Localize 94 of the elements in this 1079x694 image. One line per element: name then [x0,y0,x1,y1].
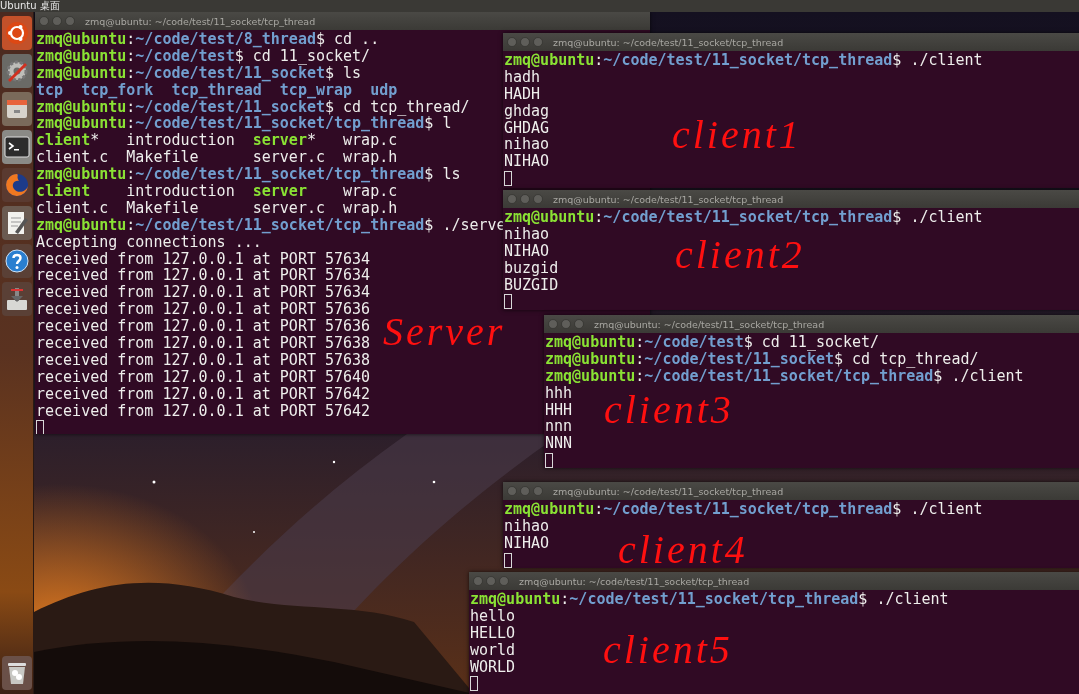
terminal-line: received from 127.0.0.1 at PORT 57642 [36,385,371,403]
minimize-icon[interactable] [561,319,571,329]
terminal-line: received from 127.0.0.1 at PORT 57638 [36,351,371,369]
terminal-line: buzgid [504,259,559,277]
terminal-line: zmq@ubuntu:~/code/test/11_socket/tcp_thread$ ls [36,166,461,183]
handwritten-annotation: client3 [604,390,734,430]
help-icon[interactable] [3,248,30,274]
terminal-line: received from 127.0.0.1 at PORT 57634 [36,250,371,268]
terminal-line: nihao [504,136,550,154]
close-icon[interactable] [473,576,483,586]
window-title: zmq@ubuntu: ~/code/test/11_socket/tcp_thread [519,575,750,587]
handwritten-annotation: client4 [618,530,748,568]
terminal-line: received from 127.0.0.1 at PORT 57640 [36,368,371,386]
terminal-line: HHH [545,401,573,419]
maximize-icon[interactable] [533,37,543,47]
software-updater-icon[interactable] [4,286,29,312]
terminal-line: BUZGID [504,276,559,294]
terminal-line: NIHAO [504,534,550,552]
window-title: zmq@ubuntu: ~/code/test/11_socket/tcp_thread [553,36,784,48]
terminal-line: zmq@ubuntu:~/code/test/11_socket$ cd tcp_thread/ [36,98,470,116]
window-title: zmq@ubuntu: ~/code/test/11_socket/tcp_thread [553,485,784,497]
cursor-icon [504,294,512,310]
minimize-icon[interactable] [486,576,496,586]
close-icon[interactable] [507,194,517,204]
terminal-line: client.c Makefile server.c wrap.h [36,149,398,167]
terminal-line: zmq@ubuntu:~/code/test/11_socket/tcp_thread$ ./client [504,209,983,226]
handwritten-annotation: client5 [603,630,733,670]
terminal-line: zmq@ubuntu:~/code/test/11_socket/tcp_thread$ ./client [504,501,983,518]
terminal-line: zmq@ubuntu:~/code/test/11_socket/tcp_thread$ ./serve [36,216,506,234]
maximize-icon[interactable] [533,194,543,204]
minimize-icon[interactable] [520,37,530,47]
terminal-line: zmq@ubuntu:~/code/test/11_socket$ ls [36,64,362,82]
terminal-line: GHDAG [504,119,550,137]
terminal-line: nihao [504,517,550,535]
window-title: zmq@ubuntu: ~/code/test/11_socket/tcp_thread [594,318,825,330]
terminal-line: zmq@ubuntu:~/code/test/11_socket/tcp_thread$ l [36,115,452,133]
terminal-line: hello [470,607,516,625]
terminal-line: WORLD [470,658,516,676]
terminal-line: zmq@ubuntu:~/code/test/11_socket/tcp_thread$ ./client [545,367,1024,385]
terminal-line: hadh [504,68,541,86]
top-bar-title: Ubuntu 桌面 [0,0,60,12]
terminal-line: received from 127.0.0.1 at PORT 57642 [36,402,371,420]
terminal-line: zmq@ubuntu:~/code/test/11_socket/tcp_thread$ ./client [504,52,983,69]
terminal-line: Accepting connections ... [36,233,262,251]
terminal-line: received from 127.0.0.1 at PORT 57634 [36,267,371,285]
minimize-icon[interactable] [52,16,62,26]
handwritten-annotation: client2 [675,235,805,275]
window-title: zmq@ubuntu: ~/code/test/11_socket/tcp_thread [553,193,784,205]
file-drawer-icon[interactable] [4,97,29,121]
cursor-icon [545,453,553,468]
handwritten-annotation: Server [383,312,506,352]
terminal-line: nnn [545,418,573,436]
terminal-line: tcp tcp_fork tcp_thread tcp_wrap udp [36,81,398,99]
maximize-icon[interactable] [533,486,543,496]
terminal-line: client* introduction server* wrap.c [36,132,398,150]
maximize-icon[interactable] [499,576,509,586]
cursor-icon [470,676,478,692]
cursor-icon [504,171,512,187]
terminal-line: NIHAO [504,242,550,260]
terminal-line: NIHAO [504,153,550,171]
firefox-icon[interactable] [3,172,30,198]
terminal-icon[interactable] [3,136,30,158]
minimize-icon[interactable] [520,486,530,496]
terminal-line: HELLO [470,624,516,642]
terminal-line: HADH [504,85,541,103]
terminal-line: world [470,641,516,659]
terminal-line: zmq@ubuntu:~/code/test/8_thread$ cd .. [36,31,380,48]
close-icon[interactable] [39,16,49,26]
terminal-line: zmq@ubuntu:~/code/test$ cd 11_socket/ [545,334,880,351]
trash-icon[interactable] [5,660,28,686]
terminal-line: client.c Makefile server.c wrap.h [36,199,398,217]
maximize-icon[interactable] [65,16,75,26]
window-title: zmq@ubuntu: ~/code/test/11_socket/tcp_thread [85,15,316,27]
terminal-line: received from 127.0.0.1 at PORT 57638 [36,335,371,352]
close-icon[interactable] [507,486,517,496]
terminal-line: received from 127.0.0.1 at PORT 57636 [36,301,371,319]
maximize-icon[interactable] [574,319,584,329]
terminal-line: zmq@ubuntu:~/code/test$ cd 11_socket/ [36,47,371,65]
terminal-line: received from 127.0.0.1 at PORT 57636 [36,318,371,336]
terminal-line: received from 127.0.0.1 at PORT 57634 [36,284,371,302]
cursor-icon [36,420,44,434]
terminal-line: ghdag [504,102,550,120]
terminal-line: zmq@ubuntu:~/code/test/11_socket$ cd tcp_thread/ [545,350,979,368]
terminal-line: NNN [545,435,573,453]
handwritten-annotation: client1 [672,115,802,155]
cursor-icon [504,552,512,568]
terminal-line: hhh [545,384,573,402]
close-icon[interactable] [507,37,517,47]
ubuntu-logo-icon[interactable] [4,21,29,45]
terminal-line: client introduction server wrap.c [36,183,398,200]
minimize-icon[interactable] [520,194,530,204]
terminal-line: zmq@ubuntu:~/code/test/11_socket/tcp_thread$ ./client [470,591,949,608]
terminal-line: nihao [504,225,550,243]
close-icon[interactable] [548,319,558,329]
